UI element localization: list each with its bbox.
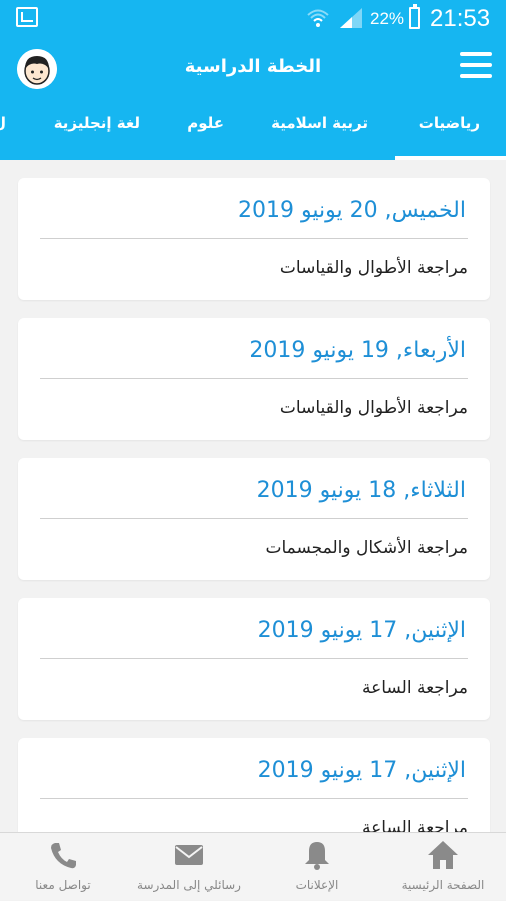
battery-icon (409, 4, 420, 29)
subject-tabs: رياضيات تربية اسلامية علوم لغة إنجليزية … (0, 96, 506, 160)
plan-topic: مراجعة الأطوال والقياسات (279, 258, 468, 278)
plan-date: الخميس, 20 يونيو 2019 (237, 198, 466, 223)
bell-icon (305, 842, 329, 870)
bottom-navigation: الصفحة الرئيسية الإعلانات رسائلي إلى الم… (0, 832, 506, 900)
wifi-icon (307, 9, 329, 27)
menu-icon[interactable] (460, 52, 492, 78)
plan-date: الأربعاء, 19 يونيو 2019 (249, 338, 466, 363)
tab-math[interactable]: رياضيات (419, 114, 480, 132)
battery-percentage: 22% (370, 9, 405, 28)
phone-icon (51, 843, 76, 869)
nav-contact-label: تواصل معنا (35, 878, 91, 892)
tab-science[interactable]: علوم (187, 114, 224, 132)
divider (40, 658, 468, 659)
tab-english[interactable]: لغة إنجليزية (54, 114, 140, 132)
divider (40, 798, 468, 799)
gallery-notification-icon (16, 7, 38, 27)
plan-card[interactable]: الخميس, 20 يونيو 2019 مراجعة الأطوال وال… (18, 178, 490, 300)
plan-date: الإثنين, 17 يونيو 2019 (257, 618, 466, 643)
plan-date: الثلاثاء, 18 يونيو 2019 (256, 478, 466, 503)
nav-home[interactable]: الصفحة الرئيسية (380, 833, 506, 901)
plan-card[interactable]: الإثنين, 17 يونيو 2019 مراجعة الساعة (18, 598, 490, 720)
plan-card[interactable]: الأربعاء, 19 يونيو 2019 مراجعة الأطوال و… (18, 318, 490, 440)
mail-icon (175, 845, 203, 865)
nav-announcements[interactable]: الإعلانات (254, 833, 380, 901)
plan-topic: مراجعة الساعة (362, 678, 468, 698)
plan-date: الإثنين, 17 يونيو 2019 (257, 758, 466, 783)
tab-islamic-education[interactable]: تربية اسلامية (271, 114, 368, 132)
app-bar: الخطة الدراسية (0, 36, 506, 96)
divider (40, 378, 468, 379)
page-title: الخطة الدراسية (184, 56, 322, 77)
clock: 21:53 (430, 5, 491, 32)
divider (40, 238, 468, 239)
plan-card[interactable]: الثلاثاء, 18 يونيو 2019 مراجعة الأشكال و… (18, 458, 490, 580)
nav-announcements-label: الإعلانات (295, 878, 339, 892)
nav-home-label: الصفحة الرئيسية (401, 878, 485, 892)
tab-next[interactable]: ل (0, 114, 6, 132)
study-plan-list[interactable]: الخميس, 20 يونيو 2019 مراجعة الأطوال وال… (0, 160, 506, 832)
status-bar: 22% 21:53 (0, 0, 506, 36)
signal-icon (340, 8, 362, 28)
divider (40, 518, 468, 519)
plan-card[interactable]: الإثنين, 17 يونيو 2019 مراجعة الساعة (18, 738, 490, 832)
nav-messages[interactable]: رسائلي إلى المدرسة (126, 833, 252, 901)
nav-messages-label: رسائلي إلى المدرسة (137, 878, 241, 892)
nav-contact[interactable]: تواصل معنا (0, 833, 126, 901)
plan-topic: مراجعة الأشكال والمجسمات (265, 538, 468, 558)
plan-topic: مراجعة الساعة (362, 818, 468, 832)
home-icon (428, 841, 458, 869)
plan-topic: مراجعة الأطوال والقياسات (279, 398, 468, 418)
